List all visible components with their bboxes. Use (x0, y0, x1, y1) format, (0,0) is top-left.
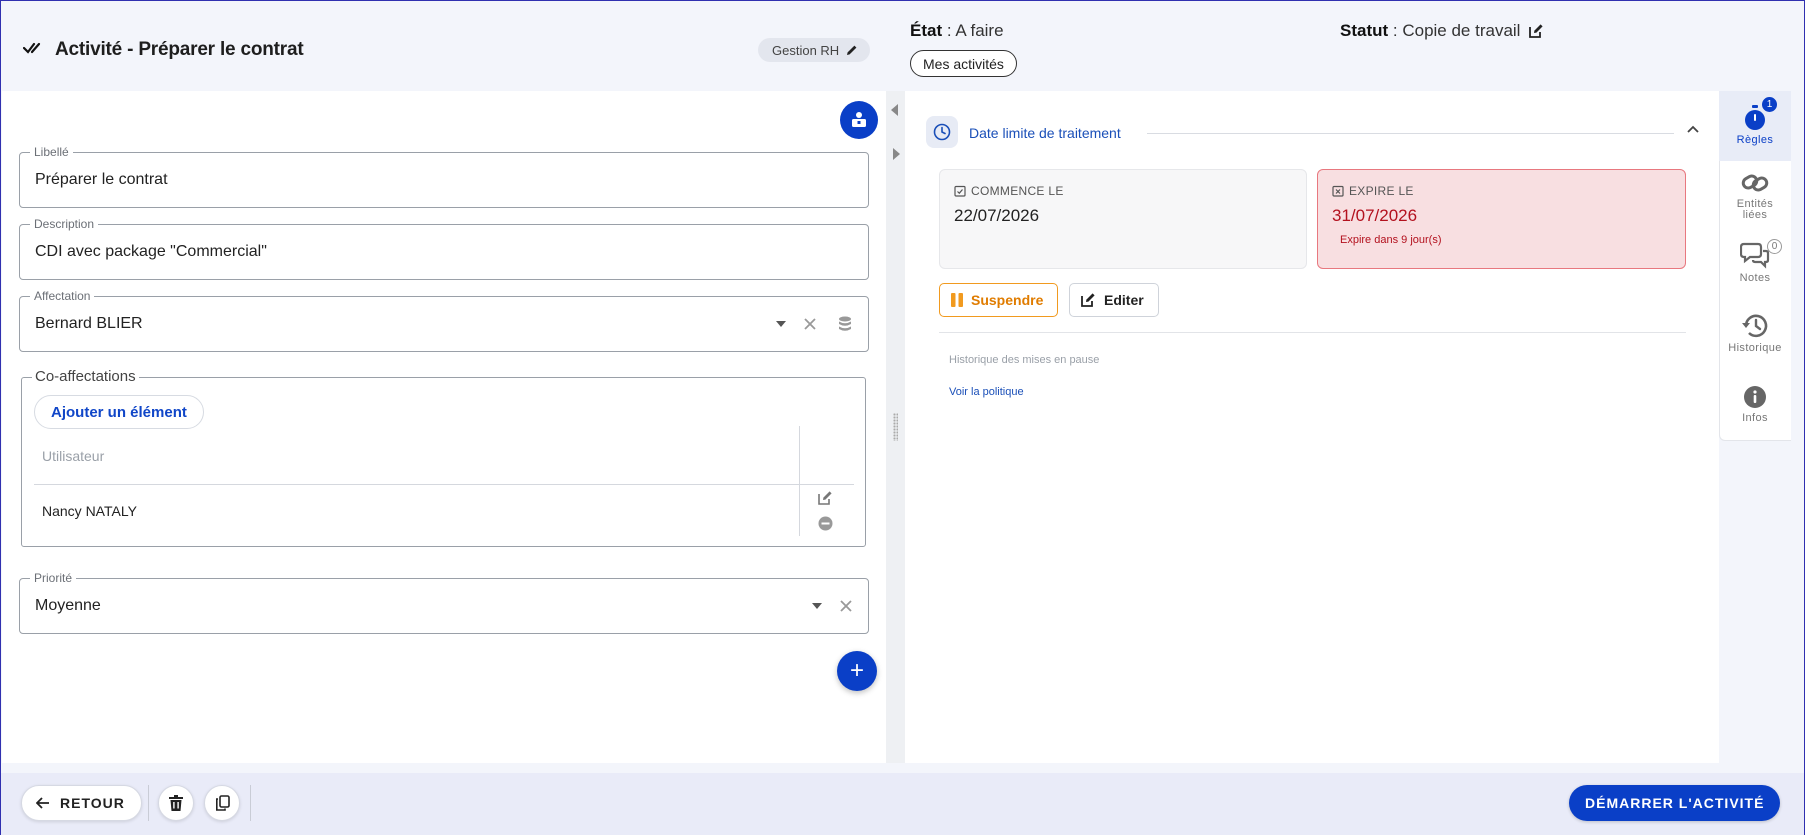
clear-icon[interactable] (840, 600, 852, 612)
domain-chip-label: Gestion RH (772, 42, 840, 58)
statut-indicator: Statut : Copie de travail (1340, 21, 1544, 41)
libelle-label: Libellé (30, 145, 73, 159)
etat-indicator: État : A faire (910, 21, 1004, 40)
deadline-section-icon (926, 116, 958, 148)
info-icon (1744, 386, 1766, 408)
libelle-field[interactable]: Libellé Préparer le contrat (19, 145, 869, 208)
footer-separator (250, 785, 251, 821)
co-affectations-legend: Co-affectations (32, 368, 139, 385)
collapse-right-icon[interactable] (893, 148, 900, 160)
description-field[interactable]: Description CDI avec package "Commercial… (19, 217, 869, 280)
arrow-left-icon (36, 797, 49, 809)
link-icon (1741, 174, 1769, 192)
edit-icon[interactable] (1528, 23, 1544, 39)
rail-label-historique: Historique (1728, 342, 1782, 354)
start-date-value: 22/07/2026 (954, 206, 1040, 225)
start-activity-button[interactable]: DÉMARRER L'ACTIVITÉ (1569, 785, 1781, 821)
regles-badge: 1 (1762, 97, 1777, 112)
add-element-button[interactable]: Ajouter un élément (34, 395, 204, 429)
user-desk-icon (852, 112, 866, 127)
copy-icon (215, 795, 230, 811)
affectation-value: Bernard BLIER (35, 315, 143, 332)
table-col-divider (799, 426, 800, 536)
calendar-check-icon (954, 185, 966, 197)
back-button[interactable]: RETOUR (21, 785, 142, 821)
rail-item-infos[interactable]: Infos (1719, 385, 1791, 441)
section-divider (1147, 133, 1674, 134)
deadline-section-title[interactable]: Date limite de traitement (969, 125, 1121, 141)
footer-separator (148, 785, 149, 821)
double-check-icon (23, 42, 41, 54)
row-user: Nancy NATALY (42, 503, 137, 519)
end-date-card: Expire le 31/07/2026 Expire dans 9 jour(… (1317, 169, 1686, 269)
pause-icon (951, 293, 963, 307)
affectation-label: Affectation (30, 289, 95, 303)
action-footer (1, 773, 1804, 835)
description-label: Description (30, 217, 99, 231)
rail-label-notes: Notes (1739, 272, 1771, 284)
rail-label-infos: Infos (1742, 412, 1768, 424)
start-date-label: Commence le (971, 184, 1064, 198)
edit-row-icon[interactable] (817, 490, 833, 506)
start-date-card: Commence le 22/07/2026 (939, 169, 1307, 269)
rail-item-notes[interactable]: 0 Notes (1719, 239, 1791, 305)
suspend-label: Suspendre (971, 292, 1044, 308)
trash-icon (169, 795, 183, 811)
plus-icon: + (849, 657, 864, 684)
pause-history-text: Historique des mises en pause (949, 354, 1100, 366)
panel-splitter[interactable] (886, 91, 905, 763)
edit-icon (1081, 293, 1095, 307)
dropdown-arrow-icon[interactable] (812, 603, 822, 609)
priorite-label: Priorité (30, 571, 77, 585)
chat-bubbles-icon (1740, 242, 1770, 269)
rail-item-historique[interactable]: Historique (1719, 313, 1791, 377)
view-policy-link[interactable]: Voir la politique (949, 386, 1024, 398)
priorite-select[interactable]: Priorité Moyenne (19, 571, 869, 634)
rail-item-regles[interactable]: 1 Règles (1719, 91, 1791, 161)
clear-icon[interactable] (804, 318, 816, 330)
description-value: CDI avec package "Commercial" (35, 243, 267, 260)
dropdown-arrow-icon[interactable] (776, 321, 786, 327)
chevron-up-icon[interactable] (1687, 125, 1699, 133)
suspend-button[interactable]: Suspendre (939, 283, 1059, 317)
column-header-user: Utilisateur (42, 448, 105, 464)
remove-row-icon[interactable] (818, 516, 833, 531)
end-date-label: Expire le (1349, 184, 1414, 198)
database-icon[interactable] (838, 316, 852, 332)
mes-activites-button[interactable]: Mes activités (910, 50, 1017, 77)
table-header-line (34, 484, 854, 485)
divider (939, 332, 1686, 333)
pencil-icon[interactable] (846, 44, 858, 56)
libelle-value: Préparer le contrat (35, 171, 168, 188)
delete-button[interactable] (158, 785, 194, 821)
notes-badge: 0 (1767, 239, 1782, 254)
calendar-x-icon (1332, 185, 1344, 197)
rail-item-entites-liees[interactable]: Entités liées (1719, 171, 1791, 235)
priorite-value: Moyenne (35, 597, 101, 614)
edit-deadline-button[interactable]: Editer (1069, 283, 1159, 317)
add-field-fab[interactable]: + (837, 651, 877, 691)
collapse-left-icon[interactable] (891, 104, 898, 116)
end-date-value: 31/07/2026 (1332, 206, 1418, 225)
assign-user-button[interactable] (840, 101, 878, 139)
rail-label-regles: Règles (1736, 134, 1774, 146)
edit-label: Editer (1104, 292, 1144, 308)
expiry-note: Expire dans 9 jour(s) (1340, 234, 1442, 246)
co-affectations-group: Co-affectations Ajouter un élément Utili… (21, 368, 866, 547)
rail-label-liees: liées (1742, 209, 1768, 221)
domain-chip[interactable]: Gestion RH (758, 38, 871, 62)
back-label: RETOUR (60, 795, 125, 811)
page-title: Activité - Préparer le contrat (55, 39, 304, 60)
affectation-select[interactable]: Affectation Bernard BLIER (19, 289, 869, 352)
history-icon (1742, 314, 1768, 338)
duplicate-button[interactable] (204, 785, 240, 821)
clock-icon (933, 123, 951, 141)
drag-handle-icon[interactable] (893, 413, 898, 441)
table-row[interactable]: Nancy NATALY (42, 503, 137, 519)
